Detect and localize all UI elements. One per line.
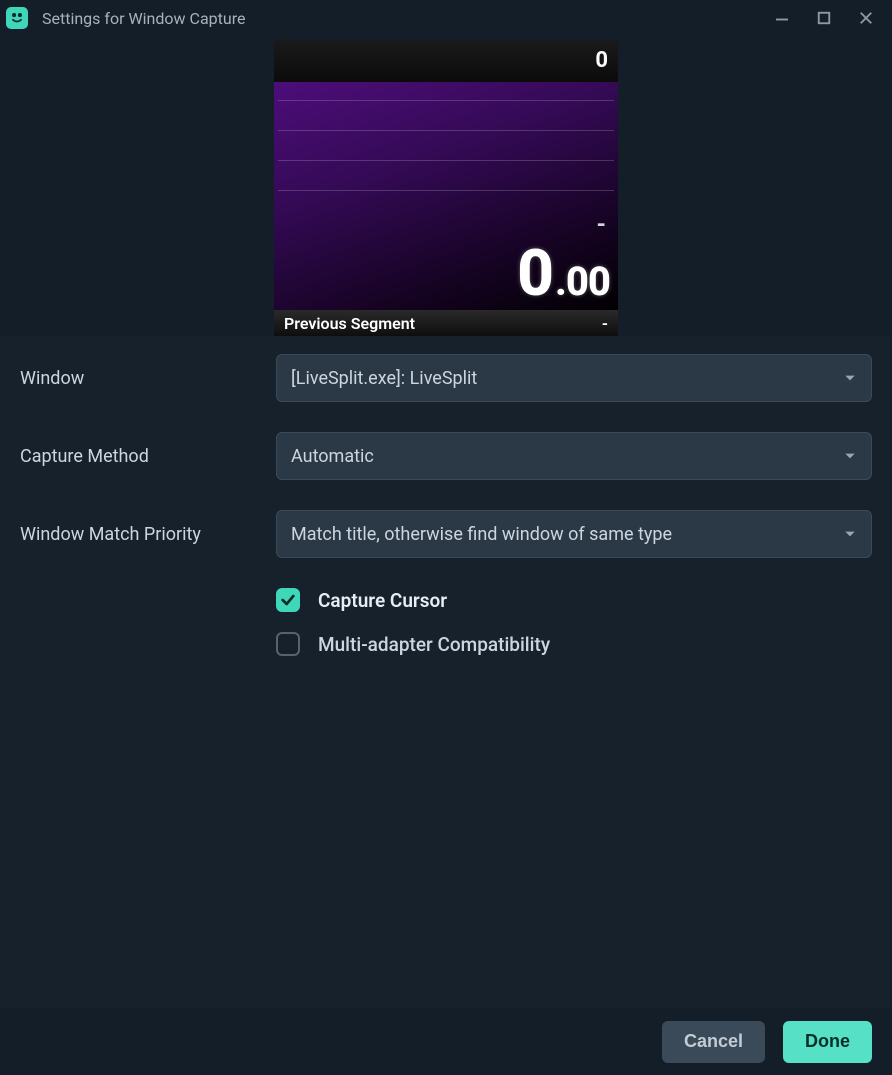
settings-form: Window [LiveSplit.exe]: LiveSplit Captur… (0, 336, 892, 1008)
window-row: Window [LiveSplit.exe]: LiveSplit (20, 354, 872, 402)
preview-footer-label: Previous Segment (284, 314, 415, 333)
multi-adapter-row: Multi-adapter Compatibility (276, 632, 872, 656)
capture-cursor-label: Capture Cursor (318, 589, 447, 612)
preview-dash: - (597, 210, 606, 238)
capture-method-row: Capture Method Automatic (20, 432, 872, 480)
window-controls (772, 8, 876, 28)
timer-fraction: .00 (555, 262, 610, 302)
window-select[interactable]: [LiveSplit.exe]: LiveSplit (276, 354, 872, 402)
chevron-down-icon (843, 527, 857, 541)
preview-top-value: 0 (595, 48, 608, 73)
multi-adapter-label: Multi-adapter Compatibility (318, 633, 550, 656)
match-priority-value: Match title, otherwise find window of sa… (291, 524, 672, 545)
chevron-down-icon (843, 371, 857, 385)
preview-footer: Previous Segment - (274, 310, 618, 336)
preview-timer: 0 .00 (517, 242, 610, 306)
dialog-footer: Cancel Done (0, 1008, 892, 1075)
minimize-button[interactable] (772, 8, 792, 28)
cancel-button[interactable]: Cancel (662, 1021, 765, 1063)
match-priority-label: Window Match Priority (20, 524, 276, 545)
app-icon (6, 7, 28, 29)
window-select-value: [LiveSplit.exe]: LiveSplit (291, 368, 477, 389)
preview-area: 0 - 0 .00 Previous Segment - (0, 36, 892, 336)
chevron-down-icon (843, 449, 857, 463)
timer-seconds: 0 (517, 242, 553, 306)
window-label: Window (20, 368, 276, 389)
capture-cursor-checkbox[interactable] (276, 588, 300, 612)
match-priority-select[interactable]: Match title, otherwise find window of sa… (276, 510, 872, 558)
preview-header: 0 (274, 40, 618, 82)
titlebar: Settings for Window Capture (0, 0, 892, 36)
maximize-button[interactable] (814, 8, 834, 28)
match-priority-row: Window Match Priority Match title, other… (20, 510, 872, 558)
capture-method-value: Automatic (291, 446, 374, 467)
capture-method-select[interactable]: Automatic (276, 432, 872, 480)
capture-method-label: Capture Method (20, 446, 276, 467)
capture-preview: 0 - 0 .00 Previous Segment - (274, 40, 618, 336)
preview-body: - 0 .00 (274, 82, 618, 310)
close-button[interactable] (856, 8, 876, 28)
preview-footer-value: - (602, 314, 608, 333)
window-title: Settings for Window Capture (42, 9, 772, 28)
multi-adapter-checkbox[interactable] (276, 632, 300, 656)
done-button[interactable]: Done (783, 1021, 872, 1063)
capture-cursor-row: Capture Cursor (276, 588, 872, 612)
